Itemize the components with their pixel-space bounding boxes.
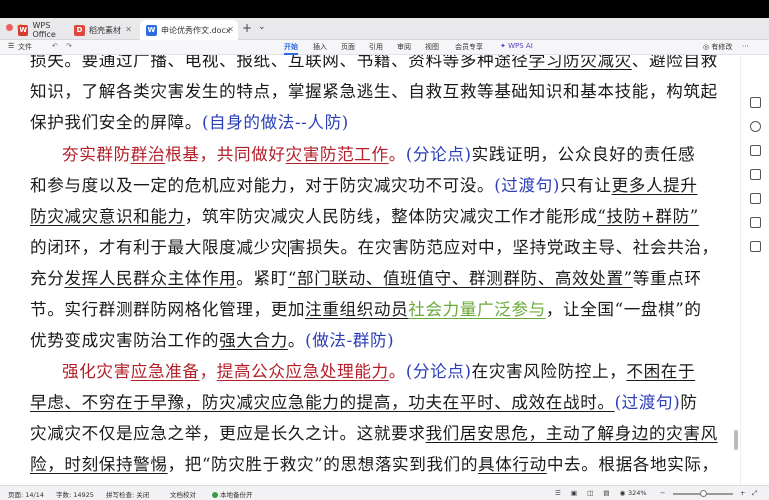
close-tab-icon[interactable]: ✕: [227, 25, 234, 34]
spell-check-status[interactable]: 拼写检查: 关闭: [106, 489, 149, 499]
fit-page-icon[interactable]: ⤢: [752, 489, 757, 498]
tab-insert[interactable]: 插入: [313, 42, 327, 52]
wps-logo-icon: W: [18, 24, 29, 36]
backup-status-icon: [212, 492, 218, 498]
comment-icon[interactable]: [750, 145, 761, 156]
chevron-down-icon[interactable]: ⌄: [258, 22, 266, 32]
document-canvas[interactable]: 损失。要通过广播、电视、报纸、互联网、书籍、资料等多种途径学习防灾减灾、避险自救…: [0, 55, 740, 485]
page-view-icon[interactable]: ▣: [571, 489, 577, 497]
text-line-3: 保护我们安全的屏障。(自身的做法--人防): [30, 113, 349, 132]
daoke-icon: D: [74, 24, 85, 36]
text-line-4: 夯实群防群治根基，共同做好灾害防范工作。(分论点)实践证明，公众良好的责任感: [62, 145, 696, 164]
status-bar: 页面: 14/14 字数: 14925 拼写检查: 关闭 文档校对 本地备份开 …: [0, 485, 769, 500]
style-icon[interactable]: [750, 97, 761, 108]
text-line-9: 节。实行群测群防网格化管理，更加注重组织动员社会力量广泛参与，让全国“一盘棋”的: [30, 300, 702, 319]
has-changes-indicator[interactable]: ◎ 有修改: [703, 42, 732, 52]
zoom-slider-handle[interactable]: [700, 490, 707, 497]
text-line-10: 优势变成灾害防治工作的强大合力。(做法-群防): [30, 331, 395, 350]
tab-review[interactable]: 审阅: [397, 42, 411, 52]
ai-assist-icon[interactable]: [750, 121, 761, 132]
redo-icon[interactable]: ↷: [66, 42, 72, 50]
ai-sparkle-icon: ✦: [500, 42, 509, 50]
word-doc-icon: W: [146, 24, 157, 36]
review-icon[interactable]: [750, 193, 761, 204]
text-line-13: 灾减灾不仅是应急之举，更应是长久之计。这就要求我们居安思危，主动了解身边的灾害风: [30, 424, 718, 443]
tab-start[interactable]: 开始: [284, 42, 298, 55]
menu-icon[interactable]: ☰: [8, 42, 14, 50]
text-line-14: 险，时刻保持警惕，把“防灾胜于救灾”的思想落实到我们的具体行动中去。根据各地实际…: [30, 455, 719, 474]
tab-member[interactable]: 会员专享: [455, 42, 483, 52]
right-sidebar: [740, 55, 769, 485]
read-view-icon[interactable]: ▤: [603, 489, 609, 497]
text-line-11: 强化灾害应急准备，提高公众应急处理能力。(分论点)在灾害风险防控上，不困在于: [62, 362, 696, 381]
zoom-out-icon[interactable]: −: [660, 489, 665, 497]
tab-reference[interactable]: 引用: [369, 42, 383, 52]
page-indicator[interactable]: 页面: 14/14: [8, 489, 44, 499]
word-count[interactable]: 字数: 14925: [56, 489, 94, 499]
tab-daoke[interactable]: D 稻壳素材 ✕: [68, 20, 138, 40]
tab-page[interactable]: 页面: [341, 42, 355, 52]
focus-icon[interactable]: ◉: [620, 489, 626, 497]
web-view-icon[interactable]: ◫: [587, 489, 593, 497]
undo-icon[interactable]: ↶: [52, 42, 58, 50]
zoom-in-icon[interactable]: +: [740, 489, 745, 497]
more-icon[interactable]: ⋯: [742, 42, 749, 50]
vertical-scrollbar[interactable]: [734, 430, 738, 450]
new-tab-icon[interactable]: +: [242, 21, 252, 35]
wps-ai-button[interactable]: ✦ WPS AI: [500, 42, 533, 50]
text-line-1: 损失。要通过广播、电视、报纸、互联网、书籍、资料等多种途径学习防灾减灾、避险自救: [30, 55, 718, 70]
text-line-6: 防灾减灾意识和能力，筑牢防灾减灾人民防线，整体防灾减灾工作才能形成“技防+群防”: [30, 207, 699, 226]
format-icon[interactable]: [750, 169, 761, 180]
outline-view-icon[interactable]: ☰: [555, 489, 561, 497]
text-line-12: 早虑、不穷在于早豫，防灾减灾应急能力的提高，功夫在平时、成效在战时。(过渡句)防: [30, 393, 698, 412]
tab-wps-office[interactable]: W WPS Office: [12, 20, 74, 40]
ribbon-menu: ☰ 文件 ↶ ↷ 开始 插入 页面 引用 审阅 视图 会员专享 ✦ WPS AI…: [0, 40, 769, 55]
share-icon[interactable]: [750, 217, 761, 228]
tab-view[interactable]: 视图: [425, 42, 439, 52]
proofread-button[interactable]: 文档校对: [170, 489, 196, 499]
file-menu[interactable]: 文件: [18, 42, 32, 52]
text-line-7: 的闭环，才有利于最大限度减少灾害损失。在灾害防范应对中，坚持党政主导、社会共治，: [30, 238, 719, 257]
settings-icon[interactable]: [750, 241, 761, 252]
tab-bar: W WPS Office D 稻壳素材 ✕ W 申论优秀作文.docx ✕: [0, 18, 769, 52]
close-tab-icon[interactable]: ✕: [125, 25, 132, 34]
text-line-2: 知识，了解各类灾害发生的特点，掌握紧急逃生、自救互救等基础知识和基本技能，构筑起: [30, 82, 718, 101]
tab-document[interactable]: W 申论优秀作文.docx ✕: [140, 20, 238, 40]
backup-status[interactable]: 本地备份开: [212, 489, 253, 499]
text-line-8: 充分发挥人民群众主体作用。紧盯“部门联动、值班值守、群测群防、高效处置”等重点环: [30, 269, 702, 288]
screen-top-strip: [0, 0, 769, 18]
view-mode-icons: ☰ ▣ ◫ ▤ ◉: [555, 489, 625, 497]
zoom-level[interactable]: 324%: [628, 489, 647, 497]
text-line-5: 和参与度以及一定的危机应对能力，对于防灾减灾功不可没。(过渡句)只有让更多人提升: [30, 176, 698, 195]
